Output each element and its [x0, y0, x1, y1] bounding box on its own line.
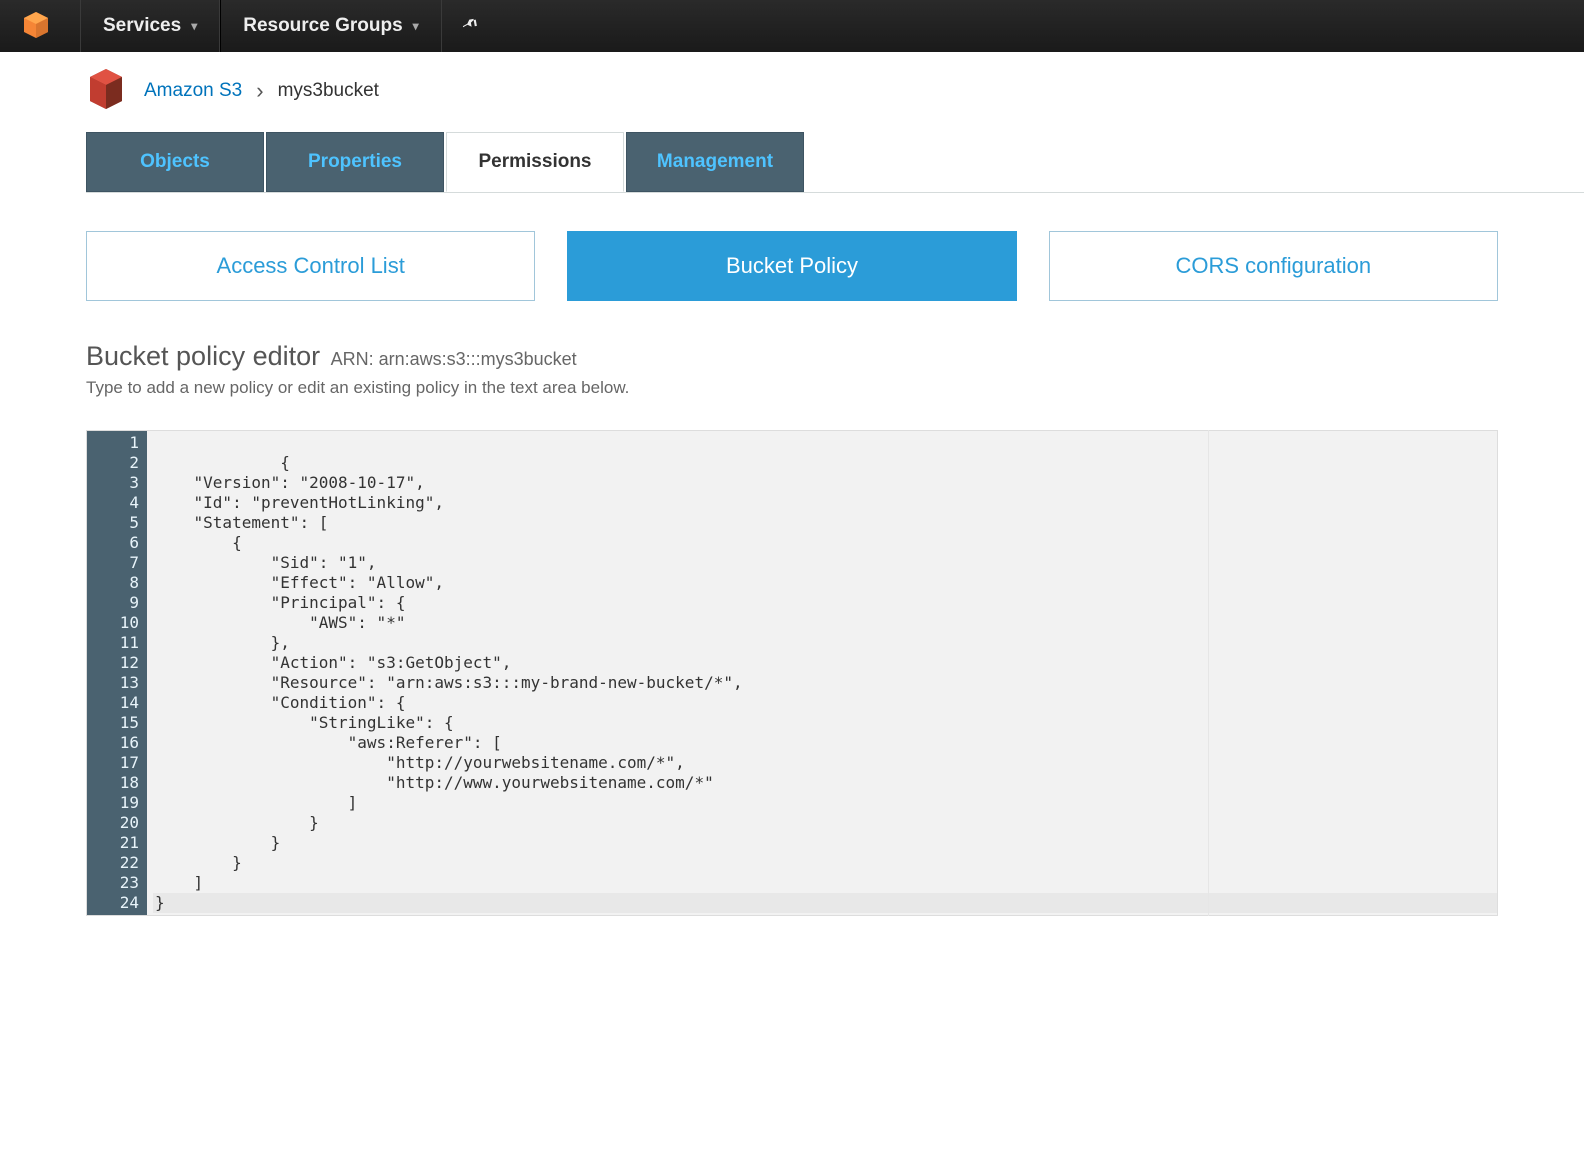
- acl-label: Access Control List: [217, 253, 405, 279]
- breadcrumb-root-link[interactable]: Amazon S3: [144, 80, 242, 102]
- editor-header: Bucket policy editor ARN: arn:aws:s3:::m…: [86, 341, 1498, 372]
- aws-cube-icon[interactable]: [20, 10, 52, 42]
- line-number-gutter: 123456789101112131415161718192021222324: [87, 431, 147, 915]
- tab-objects[interactable]: Objects: [86, 132, 264, 192]
- tab-objects-label: Objects: [140, 151, 210, 173]
- tab-permissions[interactable]: Permissions: [446, 132, 624, 192]
- chevron-down-icon: ▾: [191, 19, 197, 33]
- breadcrumb-separator: ›: [256, 78, 263, 104]
- chevron-down-icon: ▾: [413, 19, 419, 33]
- cors-label: CORS configuration: [1175, 253, 1371, 279]
- tab-properties-label: Properties: [308, 151, 402, 173]
- resource-groups-menu[interactable]: Resource Groups ▾: [220, 0, 441, 52]
- breadcrumb-row: Amazon S3 › mys3bucket: [0, 52, 1584, 114]
- policy-code-editor[interactable]: 123456789101112131415161718192021222324 …: [86, 430, 1498, 916]
- tab-permissions-label: Permissions: [479, 151, 592, 173]
- main-tabs: Objects Properties Permissions Managemen…: [86, 132, 1584, 193]
- page-content: Amazon S3 › mys3bucket Objects Propertie…: [0, 52, 1584, 916]
- services-label: Services: [103, 15, 181, 37]
- resource-groups-label: Resource Groups: [243, 15, 402, 37]
- top-navigation: Services ▾ Resource Groups ▾: [0, 0, 1584, 52]
- editor-description: Type to add a new policy or edit an exis…: [86, 378, 1498, 398]
- editor-title: Bucket policy editor: [86, 341, 320, 371]
- breadcrumb: Amazon S3 › mys3bucket: [144, 78, 379, 104]
- code-text-area[interactable]: { "Version": "2008-10-17", "Id": "preven…: [147, 431, 1497, 915]
- tab-properties[interactable]: Properties: [266, 132, 444, 192]
- bucket-policy-label: Bucket Policy: [726, 253, 858, 279]
- cors-configuration-button[interactable]: CORS configuration: [1049, 231, 1498, 301]
- access-control-list-button[interactable]: Access Control List: [86, 231, 535, 301]
- breadcrumb-current: mys3bucket: [278, 80, 379, 102]
- tab-management[interactable]: Management: [626, 132, 804, 192]
- bucket-policy-button[interactable]: Bucket Policy: [567, 231, 1016, 301]
- permission-sub-buttons: Access Control List Bucket Policy CORS c…: [86, 231, 1498, 301]
- editor-arn: ARN: arn:aws:s3:::mys3bucket: [331, 349, 577, 369]
- s3-service-icon: [86, 67, 126, 116]
- pin-icon[interactable]: [442, 15, 496, 38]
- services-menu[interactable]: Services ▾: [80, 0, 220, 52]
- tab-management-label: Management: [657, 151, 773, 173]
